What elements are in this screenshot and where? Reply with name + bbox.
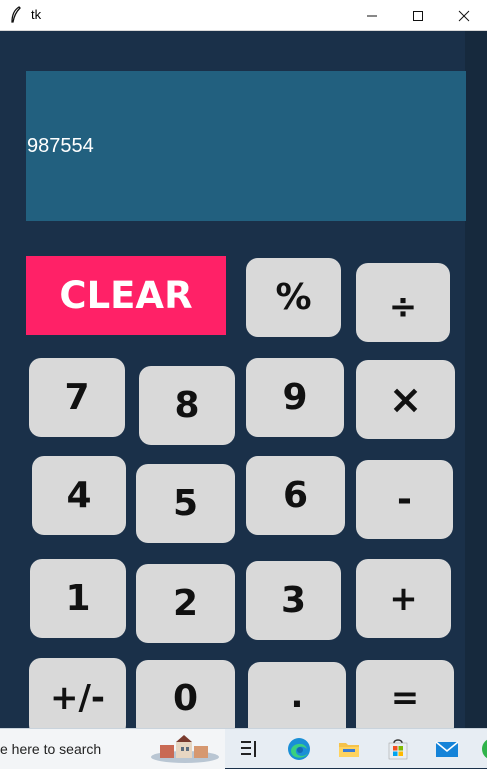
tk-feather-icon [11,6,21,23]
percent-button[interactable]: % [246,258,341,337]
close-button[interactable] [441,0,487,31]
maximize-icon [413,10,423,21]
nine-label: 9 [282,377,308,418]
six-label: 6 [282,475,309,516]
seven-button[interactable]: 7 [29,358,125,437]
search-placeholder: e here to search [0,741,102,757]
multiply-button[interactable]: × [356,360,455,439]
divide-label: ÷ [388,286,418,327]
search-highlight-icon [151,735,219,763]
window-title: tk [31,7,42,22]
taskbar: e here to search [0,728,487,769]
minus-label: - [397,479,412,520]
five-label: 5 [172,483,199,524]
seven-label: 7 [64,377,90,418]
two-button[interactable]: 2 [136,564,235,643]
four-label: 4 [66,475,92,516]
microsoft-store-icon[interactable] [386,737,410,761]
three-label: 3 [280,580,307,621]
minimize-icon [367,15,377,16]
title-bar: tk [0,0,487,31]
partial-app-icon[interactable] [481,737,487,761]
plus-label: + [389,578,418,619]
plus-button[interactable]: + [356,559,451,638]
maximize-button[interactable] [395,0,441,31]
task-view-icon[interactable] [238,737,262,761]
three-button[interactable]: 3 [246,561,341,640]
clear-button[interactable]: CLEAR [26,256,226,335]
eight-button[interactable]: 8 [139,366,235,445]
eight-label: 8 [174,385,200,426]
divide-button[interactable]: ÷ [356,263,450,342]
four-button[interactable]: 4 [32,456,126,535]
six-button[interactable]: 6 [246,456,345,535]
mail-icon[interactable] [435,737,459,761]
minimize-button[interactable] [349,0,395,31]
calculator-app: 987554 CLEAR % ÷ 7 8 9 × 4 5 6 - 1 2 3 +… [0,31,487,741]
file-explorer-icon[interactable] [337,737,361,761]
zero-label: 0 [172,678,199,719]
two-label: 2 [172,583,199,624]
edge-icon[interactable] [287,737,311,761]
one-label: 1 [65,578,91,619]
window-edge [465,31,487,728]
negate-label: +/- [49,678,106,718]
one-button[interactable]: 1 [30,559,126,638]
negate-button[interactable]: +/- [29,658,126,737]
taskbar-search-box[interactable]: e here to search [0,729,225,769]
equals-label: = [390,678,420,718]
decimal-label: . [290,676,304,716]
percent-label: % [275,277,312,318]
display-value: 987554 [27,135,94,157]
nine-button[interactable]: 9 [246,358,344,437]
multiply-label: × [388,376,423,423]
calculator-display: 987554 [26,71,466,221]
clear-label: CLEAR [59,274,193,317]
five-button[interactable]: 5 [136,464,235,543]
minus-button[interactable]: - [356,460,453,539]
close-icon [458,10,470,21]
